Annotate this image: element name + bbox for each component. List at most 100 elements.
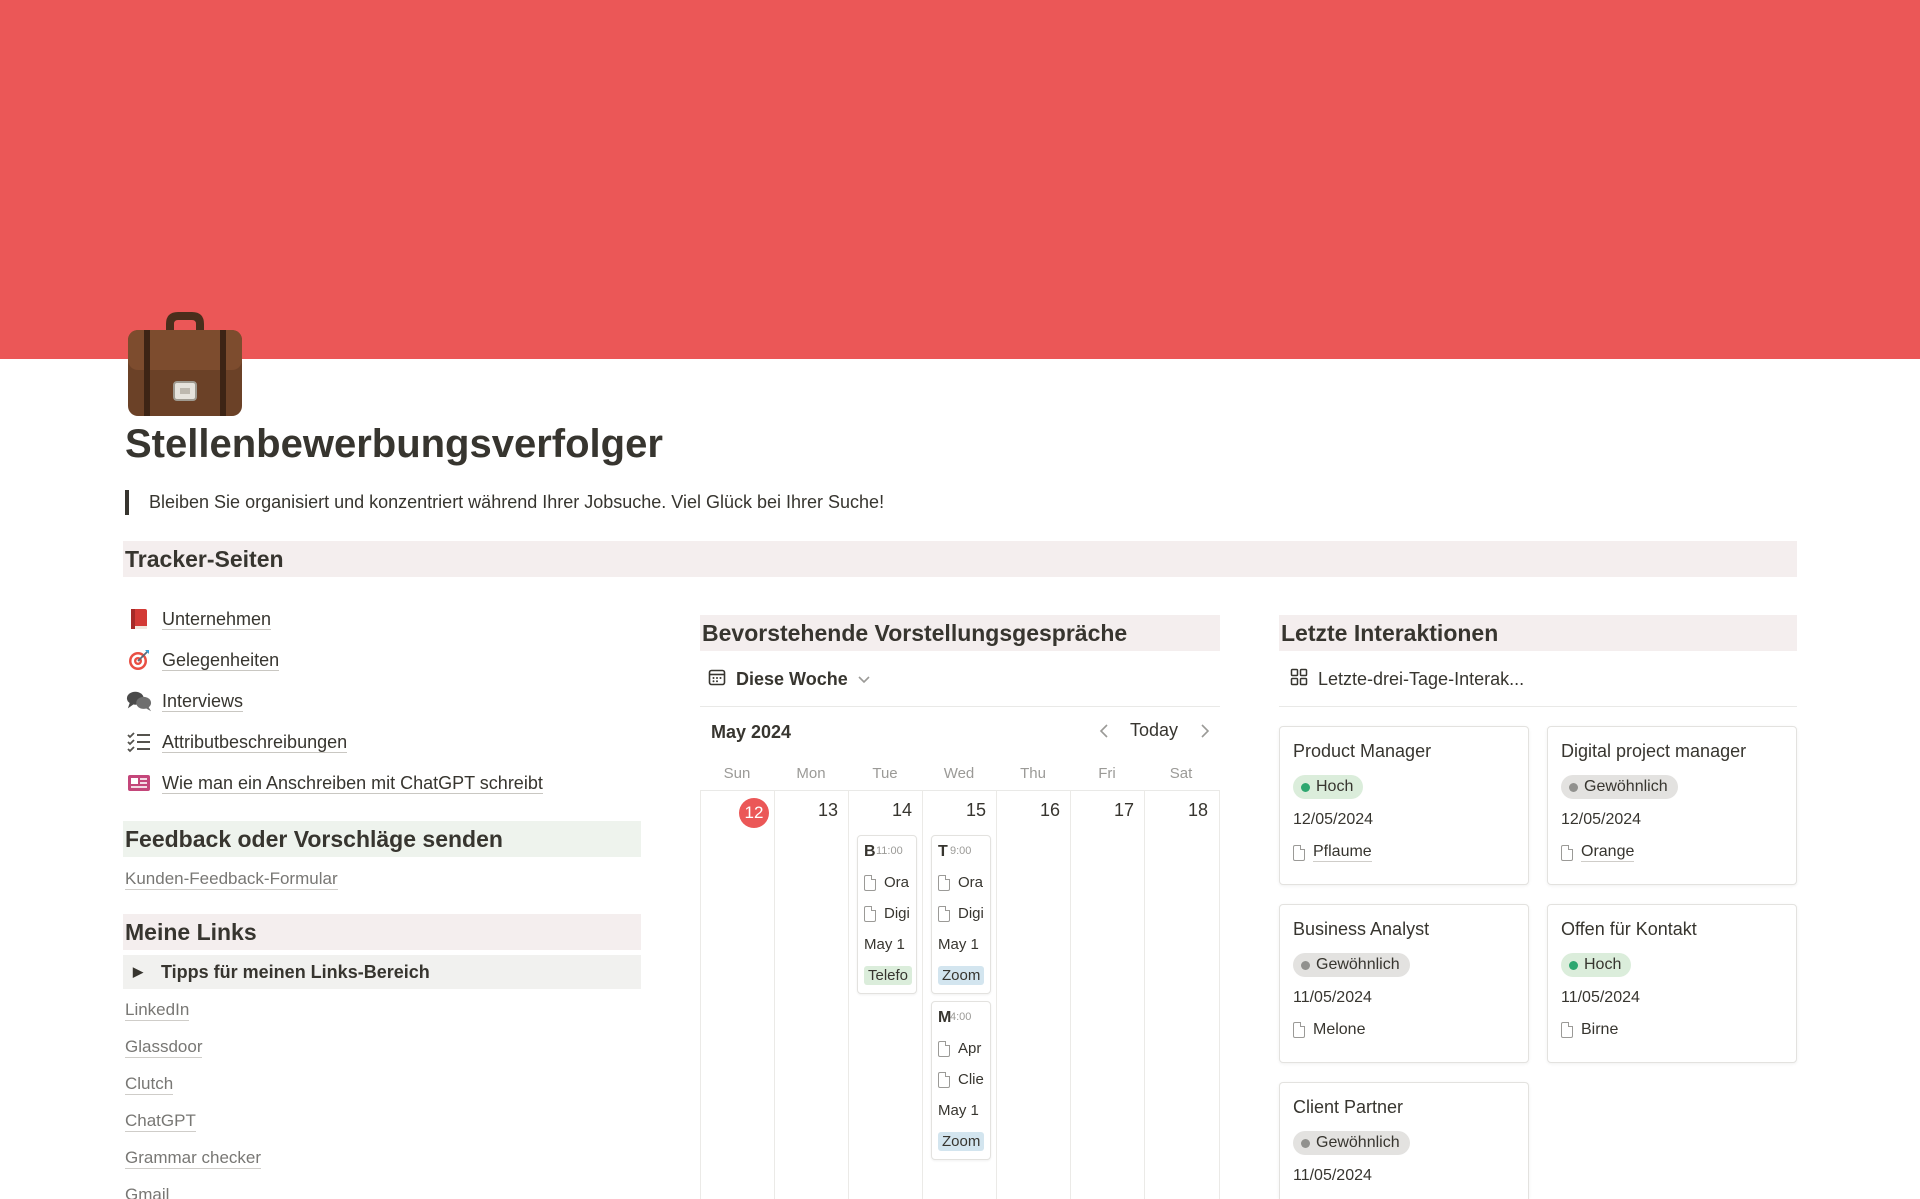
nav-item-label: Attributbeschreibungen <box>162 731 348 753</box>
divider <box>1279 706 1797 707</box>
weekday-sat: Sat <box>1169 765 1193 782</box>
event-date: May 1 <box>864 936 905 953</box>
link-clutch[interactable]: Clutch <box>125 1074 174 1095</box>
interaction-card[interactable]: Digital project manager Gewöhnlich 12/05… <box>1547 726 1797 885</box>
interactions-heading: Letzte Interaktionen <box>1279 615 1797 651</box>
feedback-heading: Feedback oder Vorschläge senden <box>123 821 641 857</box>
next-week-button[interactable] <box>1199 720 1211 744</box>
day-16[interactable]: 16 <box>996 800 1070 821</box>
chevron-down-icon <box>858 672 870 687</box>
day-12-today[interactable]: 12 <box>739 798 769 828</box>
event-role: Digi <box>932 898 990 929</box>
interviews-heading: Bevorstehende Vorstellungsgespräche <box>700 615 1220 651</box>
nav-item-unternehmen[interactable]: Unternehmen <box>126 604 272 634</box>
grid-line <box>774 790 775 1199</box>
weekday-sun: Sun <box>723 765 751 782</box>
page-icon <box>1293 844 1305 861</box>
weekday-thu: Thu <box>1020 765 1046 782</box>
tracker-heading: Tracker-Seiten <box>123 541 1797 577</box>
card-company[interactable]: Birne <box>1561 1021 1618 1039</box>
grid-line <box>848 790 849 1199</box>
day-15[interactable]: 15 <box>922 800 996 821</box>
event-tag-row: Zoom <box>932 1126 990 1157</box>
page-description-quote[interactable]: Bleiben Sie organisiert und konzentriert… <box>125 490 884 515</box>
page-icon <box>864 874 876 891</box>
gallery-view-icon <box>1290 668 1308 691</box>
card-date: 11/05/2024 <box>1561 989 1640 1006</box>
links-tips-toggle[interactable]: ▶ Tipps für meinen Links-Bereich <box>123 955 641 989</box>
card-title: Business Analyst <box>1293 919 1430 939</box>
nav-item-label: Unternehmen <box>162 608 272 630</box>
event-title: T 9:00 <box>938 842 972 860</box>
status-dot <box>1301 782 1310 792</box>
interviews-view-selector[interactable]: Diese Woche <box>708 668 870 691</box>
link-gmail[interactable]: Gmail <box>125 1185 169 1199</box>
page-icon <box>1561 844 1573 861</box>
day-13[interactable]: 13 <box>774 800 848 821</box>
interactions-view-selector[interactable]: Letzte-drei-Tage-Interak... <box>1290 668 1524 691</box>
page-icon <box>938 905 950 922</box>
view-label: Diese Woche <box>736 669 848 689</box>
event-title: B 11:00 <box>864 842 903 860</box>
view-label: Letzte-drei-Tage-Interak... <box>1318 669 1525 689</box>
event-card[interactable]: B 11:00 Ora Digi May 1 Telefo <box>857 835 917 994</box>
feedback-heading-text: Feedback oder Vorschläge senden <box>125 825 503 852</box>
status-dot <box>1569 782 1578 792</box>
briefcase-icon[interactable] <box>126 308 244 418</box>
event-time: 9:00 <box>950 845 972 857</box>
checklist-icon <box>126 729 152 755</box>
nav-item-label: Wie man ein Anschreiben mit ChatGPT schr… <box>162 772 543 794</box>
interaction-card[interactable]: Business Analyst Gewöhnlich 11/05/2024 M… <box>1279 904 1529 1063</box>
grid-line <box>1144 790 1145 1199</box>
page-icon <box>1293 1022 1305 1038</box>
nav-item-anschreiben-chatgpt[interactable]: Wie man ein Anschreiben mit ChatGPT schr… <box>126 768 543 798</box>
red-book-icon <box>126 606 152 632</box>
page-cover[interactable] <box>0 0 1920 359</box>
event-tag-row: Telefo <box>858 960 916 991</box>
card-date: 11/05/2024 <box>1293 1167 1372 1184</box>
link-grammar-checker[interactable]: Grammar checker <box>125 1148 262 1169</box>
day-14[interactable]: 14 <box>848 800 922 821</box>
interaction-card[interactable]: Client Partner Gewöhnlich 11/05/2024 <box>1279 1082 1529 1199</box>
speech-bubbles-icon <box>126 688 152 714</box>
grid-line <box>1219 790 1220 1199</box>
event-company: Apr <box>932 1033 990 1064</box>
id-card-icon <box>126 770 152 796</box>
toggle-label: Tipps für meinen Links-Bereich <box>161 961 430 982</box>
today-button[interactable]: Today <box>1130 720 1178 741</box>
card-title: Product Manager <box>1293 741 1432 761</box>
priority-badge: Hoch <box>1561 953 1632 977</box>
nav-item-gelegenheiten[interactable]: Gelegenheiten <box>126 645 280 675</box>
page-icon <box>938 1071 950 1088</box>
card-company[interactable]: Pflaume <box>1293 843 1372 862</box>
page-icon <box>938 1040 950 1057</box>
toggle-triangle-icon[interactable]: ▶ <box>133 964 147 980</box>
event-tag: Telefo <box>864 966 913 985</box>
nav-item-label: Interviews <box>162 690 244 712</box>
previous-week-button[interactable] <box>1098 720 1110 744</box>
event-date: May 1 <box>938 1102 979 1119</box>
day-number: 12 <box>744 803 764 822</box>
day-17[interactable]: 17 <box>1070 800 1144 821</box>
grid-line <box>1070 790 1071 1199</box>
card-company[interactable]: Melone <box>1293 1021 1365 1039</box>
link-chatgpt[interactable]: ChatGPT <box>125 1111 196 1132</box>
link-glassdoor[interactable]: Glassdoor <box>125 1037 203 1058</box>
calendar-icon <box>708 668 726 691</box>
page-title[interactable]: Stellenbewerbungsverfolger <box>125 422 663 467</box>
event-company: Ora <box>932 867 990 898</box>
interaction-card[interactable]: Product Manager Hoch 12/05/2024 Pflaume <box>1279 726 1529 885</box>
page-icon <box>938 874 950 891</box>
feedback-form-link[interactable]: Kunden-Feedback-Formular <box>125 869 338 890</box>
event-role: Digi <box>858 898 916 929</box>
event-card[interactable]: M 4:00 Apr Clie May 1 Zoom <box>931 1001 991 1160</box>
day-18[interactable]: 18 <box>1144 800 1218 821</box>
link-linkedin[interactable]: LinkedIn <box>125 1000 190 1021</box>
interaction-card[interactable]: Offen für Kontakt Hoch 11/05/2024 Birne <box>1547 904 1797 1063</box>
target-icon <box>126 647 152 673</box>
interviews-heading-text: Bevorstehende Vorstellungsgespräche <box>702 619 1128 646</box>
event-card[interactable]: T 9:00 Ora Digi May 1 Zoom <box>931 835 991 994</box>
nav-item-attributbeschreibungen[interactable]: Attributbeschreibungen <box>126 727 348 757</box>
nav-item-interviews[interactable]: Interviews <box>126 686 244 716</box>
card-company[interactable]: Orange <box>1561 843 1635 862</box>
